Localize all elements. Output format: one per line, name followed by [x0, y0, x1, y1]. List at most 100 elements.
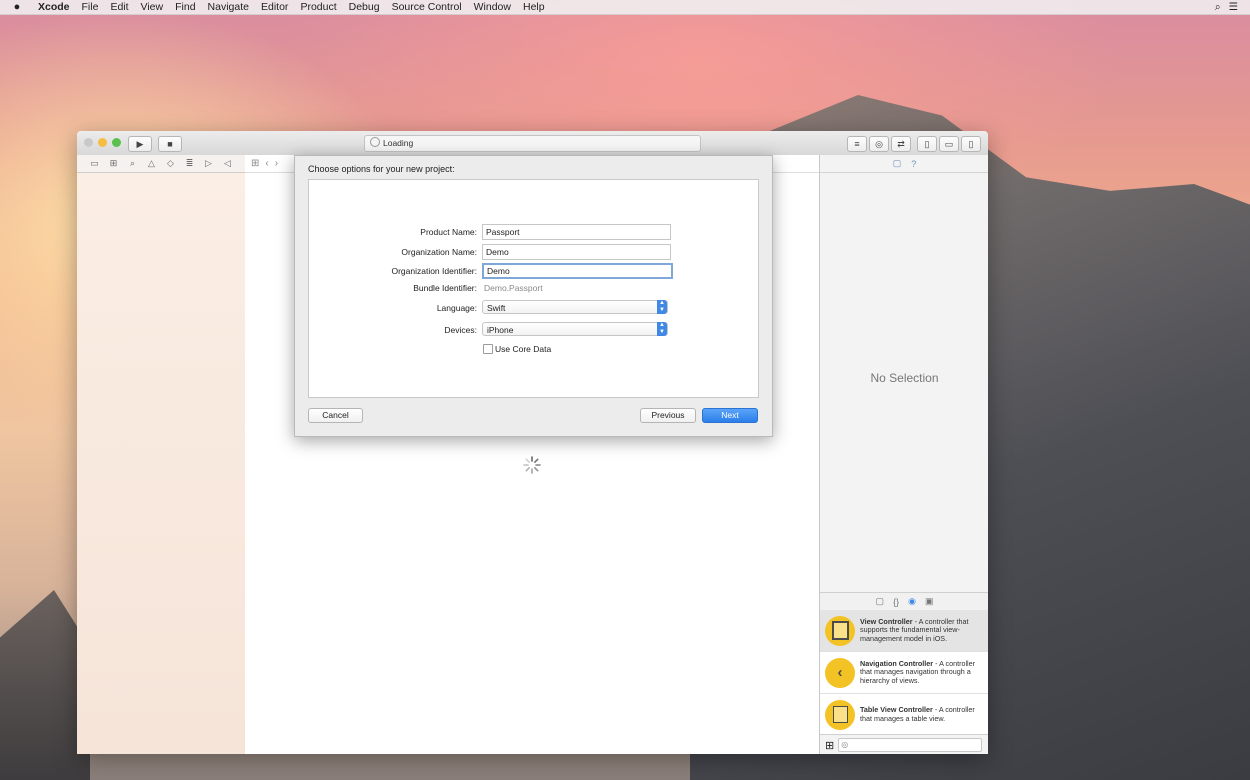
menu-file[interactable]: File	[76, 0, 105, 14]
menu-product[interactable]: Product	[294, 0, 342, 14]
bundle-identifier-value: Demo.Passport	[484, 283, 543, 293]
organization-name-field[interactable]: Demo	[482, 244, 671, 260]
bundle-identifier-label: Bundle Identifier:	[413, 283, 477, 293]
breakpoint-navigator-icon[interactable]: ▷	[201, 158, 216, 169]
debug-navigator-icon[interactable]: ≣	[182, 158, 197, 169]
window-toolbar: ▶ ■ Loading ≡ ◎ ⇄ ▯ ▭ ▯	[77, 131, 988, 156]
right-panel-icon: ▯	[968, 139, 974, 149]
menu-navigate[interactable]: Navigate	[202, 0, 255, 14]
menu-bar: ● Xcode File Edit View Find Navigate Edi…	[0, 0, 1250, 15]
filter-icon: ◎	[841, 740, 849, 749]
notification-center-icon[interactable]: ☰	[1229, 1, 1238, 14]
language-label: Language:	[436, 303, 477, 313]
close-window-button[interactable]	[84, 138, 93, 147]
menu-find[interactable]: Find	[169, 0, 201, 14]
version-editor-icon: ⇄	[897, 139, 905, 149]
issue-navigator-icon[interactable]: △	[144, 158, 159, 169]
no-selection-label: No Selection	[870, 371, 939, 385]
devices-select[interactable]: iPhone ▲ ▼	[482, 322, 668, 336]
code-snippet-library-icon[interactable]: {}	[893, 597, 899, 607]
stop-button[interactable]: ■	[158, 136, 182, 152]
view-controller-icon	[825, 615, 855, 646]
menu-edit[interactable]: Edit	[104, 0, 134, 14]
library-item-view-controller[interactable]: View Controller - A controller that supp…	[820, 610, 988, 652]
toggle-debug-area-button[interactable]: ▭	[939, 136, 959, 152]
organization-name-row: Organization Name: Demo	[309, 244, 758, 260]
language-value: Swift	[487, 303, 506, 313]
product-name-label: Product Name:	[420, 227, 477, 237]
navigator-area: ▭ ⊞ ⌕ △ ◇ ≣ ▷ ◁	[77, 155, 246, 754]
menu-editor[interactable]: Editor	[255, 0, 294, 14]
file-inspector-icon[interactable]: ▢	[893, 158, 902, 169]
grid-view-icon[interactable]: ⊞	[825, 739, 834, 752]
use-core-data-checkbox[interactable]	[483, 344, 493, 354]
apple-menu-icon[interactable]: ●	[10, 1, 24, 13]
menu-window[interactable]: Window	[468, 0, 517, 14]
sheet-title: Choose options for your new project:	[308, 164, 455, 174]
version-editor-button[interactable]: ⇄	[891, 136, 911, 152]
library-item-text: Navigation Controller - A controller tha…	[860, 658, 976, 685]
library-item-table-view-controller[interactable]: Table View Controller - A controller tha…	[820, 694, 988, 736]
product-name-field[interactable]: Passport	[482, 224, 671, 240]
standard-editor-button[interactable]: ≡	[847, 136, 867, 152]
related-items-icon[interactable]: ⊞	[251, 158, 259, 169]
zoom-window-button[interactable]	[112, 138, 121, 147]
project-options-panel: Product Name: Passport Organization Name…	[308, 179, 759, 398]
left-panel-icon: ▯	[924, 139, 930, 149]
folder-icon[interactable]: ▭	[87, 158, 102, 169]
utilities-area: ▢ ? No Selection ▢ {} ◉ ▣ View Controlle…	[819, 155, 988, 754]
menu-view[interactable]: View	[135, 0, 170, 14]
devices-value: iPhone	[487, 325, 514, 335]
previous-button[interactable]: Previous	[640, 408, 696, 423]
library-filter-input[interactable]: ◎	[838, 738, 983, 752]
media-library-icon[interactable]: ▣	[925, 596, 934, 607]
menu-xcode[interactable]: Xcode	[32, 0, 76, 14]
devices-row: Devices: iPhone ▲ ▼	[309, 322, 758, 338]
search-navigator-icon[interactable]: ⌕	[125, 158, 140, 169]
library-item-text: View Controller - A controller that supp…	[860, 616, 969, 643]
bottom-panel-icon: ▭	[944, 139, 954, 149]
menu-help[interactable]: Help	[517, 0, 551, 14]
report-navigator-icon[interactable]: ◁	[220, 158, 235, 169]
file-template-library-icon[interactable]: ▢	[876, 596, 885, 607]
navigation-controller-icon: ‹	[825, 657, 855, 688]
menu-debug[interactable]: Debug	[343, 0, 386, 14]
navigator-selector-bar: ▭ ⊞ ⌕ △ ◇ ≣ ▷ ◁	[77, 155, 245, 173]
organization-identifier-field[interactable]: Demo	[482, 263, 673, 279]
library-item-text: Table View Controller - A controller tha…	[860, 705, 975, 723]
next-button[interactable]: Next	[702, 408, 758, 423]
back-chevron-icon[interactable]: ‹	[265, 158, 268, 169]
devices-label: Devices:	[444, 325, 477, 335]
popup-arrows-icon: ▲ ▼	[657, 300, 667, 314]
organization-identifier-label: Organization Identifier:	[391, 266, 477, 276]
spotlight-search-icon[interactable]: ⌕	[1215, 1, 1221, 14]
toggle-navigator-button[interactable]: ▯	[917, 136, 937, 152]
organization-name-label: Organization Name:	[401, 247, 477, 257]
core-data-row: Use Core Data	[309, 341, 758, 357]
symbol-navigator-icon[interactable]: ⊞	[106, 158, 121, 169]
run-button[interactable]: ▶	[128, 136, 152, 152]
loading-spinner-icon	[523, 456, 541, 474]
use-core-data-label[interactable]: Use Core Data	[495, 341, 551, 357]
library-item-navigation-controller[interactable]: ‹ Navigation Controller - A controller t…	[820, 652, 988, 694]
menu-source-control[interactable]: Source Control	[386, 0, 468, 14]
assistant-editor-icon: ◎	[875, 139, 883, 149]
quick-help-icon[interactable]: ?	[911, 159, 916, 169]
activity-text: Loading	[383, 138, 414, 148]
minimize-window-button[interactable]	[98, 138, 107, 147]
object-library-list: View Controller - A controller that supp…	[820, 610, 988, 736]
cancel-button[interactable]: Cancel	[308, 408, 363, 423]
activity-viewer: Loading	[364, 135, 701, 152]
standard-editor-icon: ≡	[854, 139, 860, 149]
library-filter-bar: ⊞ ◎	[820, 734, 988, 754]
organization-identifier-row: Organization Identifier: Demo	[309, 263, 758, 279]
forward-chevron-icon[interactable]: ›	[275, 158, 278, 169]
test-navigator-icon[interactable]: ◇	[163, 158, 178, 169]
stop-icon: ■	[167, 139, 173, 149]
library-selector-bar: ▢ {} ◉ ▣	[820, 592, 988, 611]
language-select[interactable]: Swift ▲ ▼	[482, 300, 668, 314]
new-project-sheet: Choose options for your new project: Pro…	[294, 155, 773, 437]
object-library-icon[interactable]: ◉	[908, 596, 916, 607]
toggle-utilities-button[interactable]: ▯	[961, 136, 981, 152]
assistant-editor-button[interactable]: ◎	[869, 136, 889, 152]
